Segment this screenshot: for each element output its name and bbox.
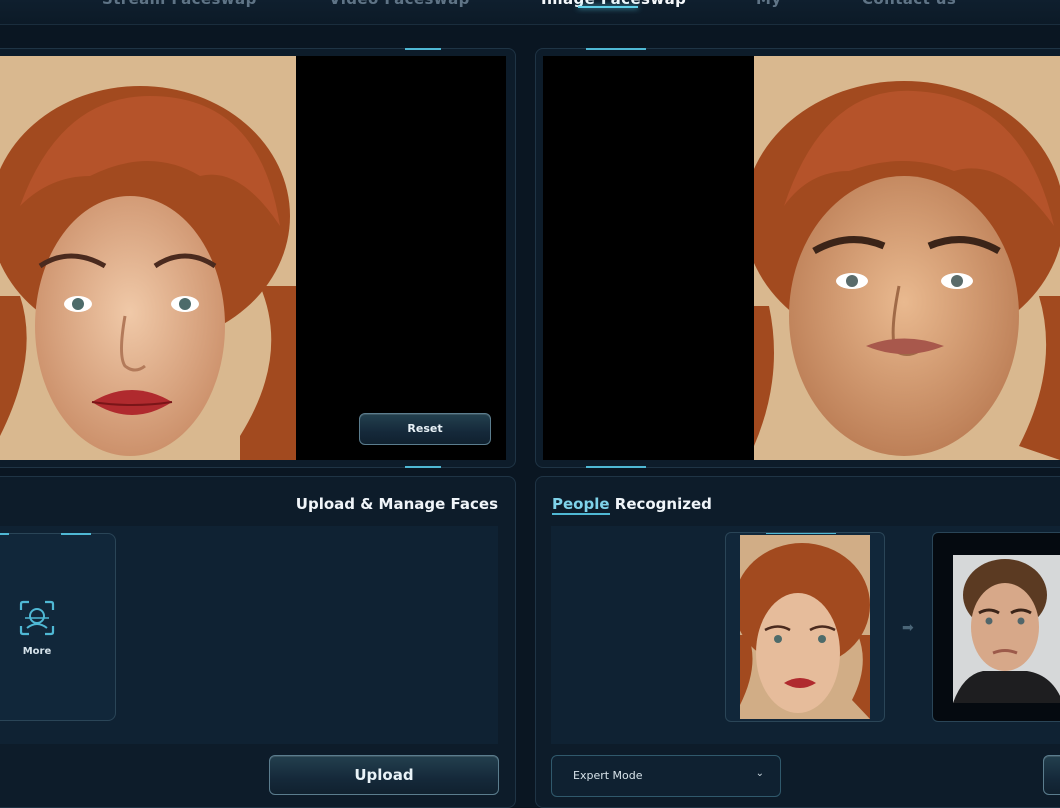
nav-stream-faceswap[interactable]: Stream Faceswap xyxy=(102,0,257,8)
more-label: More xyxy=(22,646,52,657)
upload-button[interactable]: Upload xyxy=(269,755,499,795)
card-accent xyxy=(766,533,836,534)
card-accent xyxy=(0,533,9,535)
nav-contact-us[interactable]: Contact us xyxy=(862,0,956,8)
target-face-thumbnail xyxy=(953,555,1060,703)
result-portrait-image xyxy=(754,56,1060,460)
panel-accent xyxy=(405,466,441,468)
partial-action-button[interactable] xyxy=(1043,755,1060,795)
panel-accent xyxy=(586,466,646,468)
nav-video-faceswap[interactable]: Video Faceswap xyxy=(329,0,470,8)
top-nav: Stream Faceswap Video Faceswap Image Fac… xyxy=(0,0,1060,25)
mode-select[interactable]: Expert Mode ⌄ xyxy=(551,755,781,797)
reset-button[interactable]: Reset xyxy=(359,413,491,445)
panel-accent xyxy=(586,48,646,50)
chevron-down-icon: ⌄ xyxy=(755,768,764,779)
face-scan-icon xyxy=(19,600,55,636)
source-preview-area xyxy=(296,56,506,460)
active-tab-indicator xyxy=(578,6,638,8)
upload-panel-title: Upload & Manage Faces xyxy=(295,495,498,513)
target-face-card[interactable] xyxy=(932,532,1060,722)
card-accent xyxy=(61,533,91,535)
source-portrait-image xyxy=(0,56,296,460)
swap-arrow-icon: ➡ xyxy=(902,620,914,636)
people-panel-title: People Recognized xyxy=(552,495,712,515)
panel-accent xyxy=(405,48,441,50)
nav-my[interactable]: My xyxy=(756,0,782,8)
mode-select-value: Expert Mode xyxy=(573,769,643,782)
title-rest: Recognized xyxy=(614,495,712,513)
title-highlight: People xyxy=(552,495,610,515)
more-faces-card[interactable]: More xyxy=(0,533,116,721)
result-preview-area xyxy=(543,56,754,460)
recognized-face-card[interactable] xyxy=(725,532,885,722)
recognized-face-thumbnail xyxy=(740,535,870,719)
